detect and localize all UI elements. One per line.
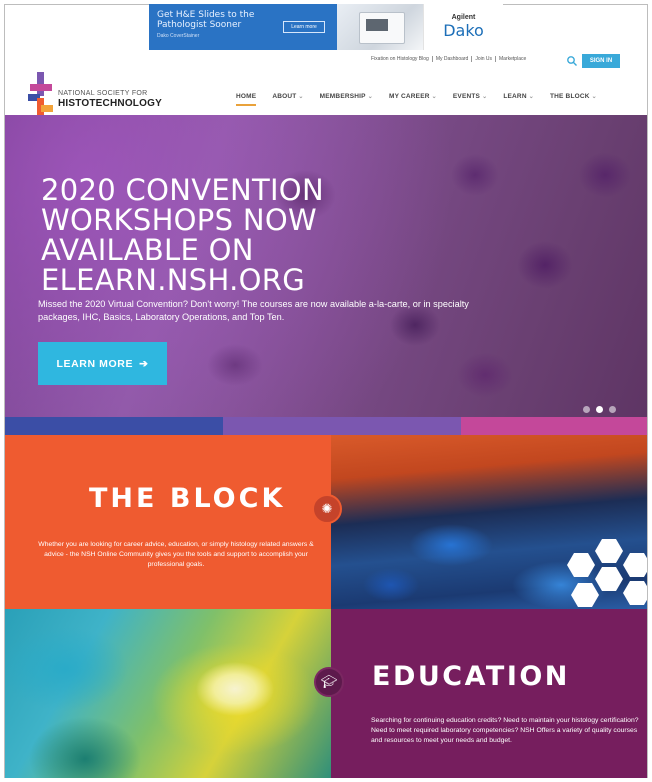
ad-headline-1: Get H&E Slides to the: [157, 10, 255, 20]
ad-brand-dako: Dako: [443, 21, 484, 40]
hexagon-decoration: [595, 539, 623, 563]
ad-product-image: [337, 4, 423, 50]
graduation-cap-icon: 🎓︎: [314, 667, 344, 697]
hexagon-decoration: [623, 581, 647, 605]
nav-item-my-career[interactable]: MY CAREER ⌄: [381, 93, 445, 100]
strip-segment-blue: [5, 417, 223, 435]
the-block-panel[interactable]: THE BLOCK Whether you are looking for ca…: [5, 435, 331, 609]
learn-more-label: LEARN MORE: [56, 357, 134, 370]
nav-item-events[interactable]: EVENTS ⌄: [445, 93, 495, 100]
nav-label: EVENTS: [452, 93, 481, 100]
logo-line-1: NATIONAL SOCIETY FOR: [58, 90, 148, 97]
logo-line-2: HISTOTECHNOLOGY: [58, 98, 162, 109]
ad-learn-more-button[interactable]: Learn more: [283, 21, 325, 33]
slider-dot-active[interactable]: [596, 406, 603, 413]
chevron-down-icon: ⌄: [367, 94, 373, 100]
ad-banner[interactable]: Get H&E Slides to the Pathologist Sooner…: [149, 4, 503, 50]
main-nav: HOME ABOUT ⌄ MEMBERSHIP ⌄ MY CAREER ⌄ EVENT…: [228, 93, 605, 106]
hexagon-decoration: [595, 567, 623, 591]
education-panel[interactable]: EDUCATION Searching for continuing educa…: [331, 609, 647, 778]
nav-item-home[interactable]: HOME: [228, 93, 264, 106]
education-image: [5, 609, 331, 778]
utility-link-dashboard[interactable]: My Dashboard: [431, 56, 472, 62]
nav-item-membership[interactable]: MEMBERSHIP ⌄: [312, 93, 381, 100]
color-strip: [5, 417, 647, 435]
hero-title-line: 2020 CONVENTION: [41, 173, 324, 207]
nav-label: ABOUT: [272, 93, 297, 100]
slider-dot[interactable]: [583, 406, 590, 413]
chevron-down-icon: ⌄: [591, 94, 597, 100]
utility-link-marketplace[interactable]: Marketplace: [495, 56, 529, 62]
hero-title-line: WORKSHOPS NOW: [41, 203, 317, 237]
nav-label: MY CAREER: [388, 93, 430, 100]
chevron-down-icon: ⌄: [528, 94, 534, 100]
nav-label: THE BLOCK: [549, 93, 590, 100]
nav-label: MEMBERSHIP: [319, 93, 366, 100]
the-block-text: Whether you are looking for career advic…: [38, 541, 314, 568]
nav-item-learn[interactable]: LEARN ⌄: [495, 93, 542, 100]
chevron-down-icon: ⌄: [298, 94, 304, 100]
stainer-machine-image: [359, 12, 405, 44]
nav-item-about[interactable]: ABOUT ⌄: [264, 93, 311, 100]
slider-dots: [583, 406, 616, 413]
sign-in-button[interactable]: SIGN IN: [582, 54, 620, 68]
community-icon: ✺: [312, 494, 342, 524]
utility-link-blog[interactable]: Fixation on Histology Blog: [368, 56, 432, 62]
strip-segment-purple: [223, 417, 461, 435]
hexagon-decoration: [623, 553, 647, 577]
learn-more-button[interactable]: LEARN MORE ➔: [38, 342, 167, 385]
arrow-right-icon: ➔: [139, 357, 149, 370]
slider-dot[interactable]: [609, 406, 616, 413]
the-block-title: THE BLOCK: [89, 483, 286, 514]
ad-product: Dako CoverStainer: [157, 33, 200, 39]
nav-item-the-block[interactable]: THE BLOCK ⌄: [542, 93, 605, 100]
the-block-image: [331, 435, 647, 609]
utility-link-join[interactable]: Join Us: [471, 56, 495, 62]
strip-segment-pink: [461, 417, 647, 435]
education-text: Searching for continuing education credi…: [371, 717, 639, 744]
chevron-down-icon: ⌄: [482, 94, 488, 100]
hero-title: 2020 CONVENTION WORKSHOPS NOW AVAILABLE …: [41, 175, 324, 295]
ad-brand: Agilent Dako: [423, 4, 503, 50]
utility-links: Fixation on Histology Blog My Dashboard …: [368, 56, 529, 62]
hexagon-decoration: [571, 583, 599, 607]
nav-label: LEARN: [503, 93, 527, 100]
hexagon-decoration: [567, 553, 595, 577]
ad-brand-agilent: Agilent: [451, 14, 476, 21]
chevron-down-icon: ⌄: [431, 94, 437, 100]
hero-title-line: ELEARN.NSH.ORG: [41, 263, 305, 297]
search-icon[interactable]: [566, 55, 578, 67]
nav-label: HOME: [236, 93, 257, 100]
ad-copy: Get H&E Slides to the Pathologist Sooner…: [149, 4, 337, 50]
hero-subtitle: Missed the 2020 Virtual Convention? Don'…: [38, 299, 469, 322]
education-title: EDUCATION: [372, 661, 570, 692]
hero-slider: 2020 CONVENTION WORKSHOPS NOW AVAILABLE …: [5, 115, 647, 417]
hero-title-line: AVAILABLE ON: [41, 233, 254, 267]
